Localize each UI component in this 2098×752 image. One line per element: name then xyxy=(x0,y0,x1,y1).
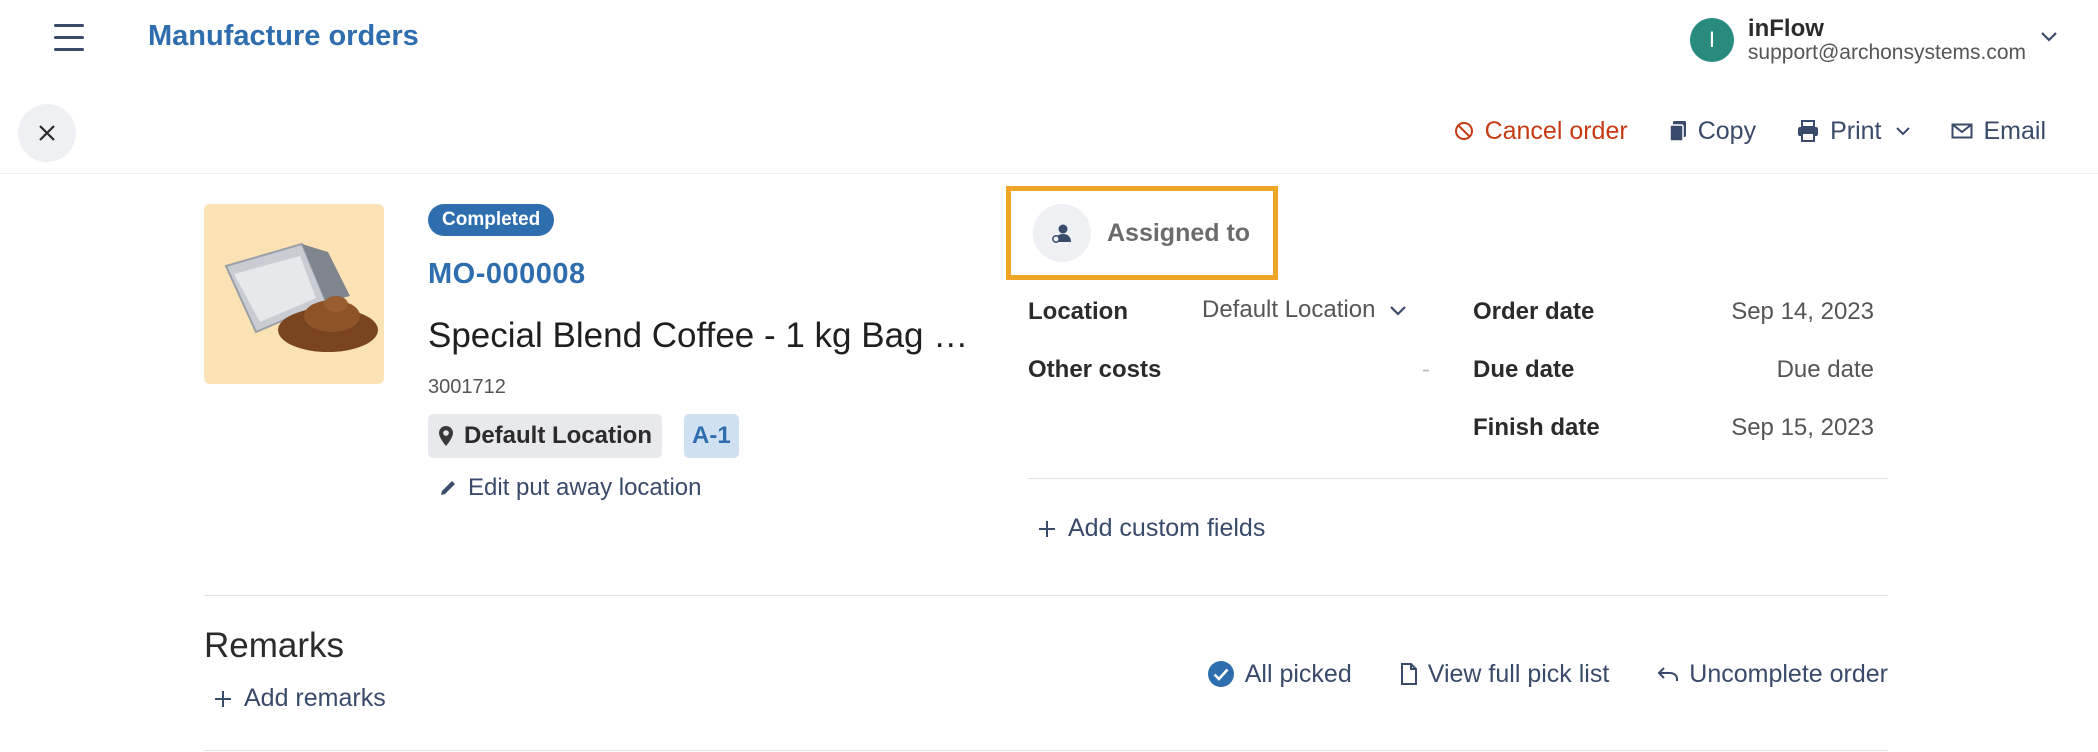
copy-label: Copy xyxy=(1697,116,1757,145)
pencil-icon xyxy=(441,481,455,495)
order-number: MO-000008 xyxy=(428,258,586,290)
user-menu[interactable]: I inFlow support@archonsystems.com xyxy=(1689,16,2058,64)
due-date-label: Due date xyxy=(1473,356,1575,383)
add-remarks-label: Add remarks xyxy=(244,684,386,712)
other-costs-value[interactable]: - xyxy=(1400,356,1430,384)
plus-icon xyxy=(215,690,231,707)
page-title: Manufacture orders xyxy=(148,20,419,52)
avatar: I xyxy=(1689,18,1734,62)
order-actions: Cancel order Copy Print Email xyxy=(1413,114,2046,148)
cancel-order-label: Cancel order xyxy=(1484,116,1628,145)
product-name[interactable]: Special Blend Coffee - 1 kg Bag - Organi… xyxy=(428,316,973,356)
all-picked-label: All picked xyxy=(1244,659,1352,688)
map-pin-icon xyxy=(439,426,453,446)
close-button[interactable] xyxy=(18,104,76,162)
assigned-to-field[interactable]: Assigned to xyxy=(1006,186,1278,280)
location-select[interactable]: Default Location xyxy=(1202,296,1407,324)
assigned-to-label: Assigned to xyxy=(1107,218,1251,247)
due-date-value[interactable]: Due date xyxy=(1640,356,1874,384)
user-name: inFlow xyxy=(1747,15,1824,43)
add-custom-fields-label: Add custom fields xyxy=(1068,514,1266,542)
finish-date-value[interactable]: Sep 15, 2023 xyxy=(1640,414,1874,442)
print-label: Print xyxy=(1830,116,1882,145)
mail-icon xyxy=(1951,123,1973,139)
email-label: Email xyxy=(1983,116,2046,145)
menu-icon[interactable] xyxy=(52,24,86,52)
product-sku: 3001712 xyxy=(428,376,506,398)
edit-put-away-location-link[interactable]: Edit put away location xyxy=(438,474,701,502)
cancel-order-button[interactable]: Cancel order xyxy=(1453,117,1628,146)
top-bar: Manufacture orders I inFlow support@arch… xyxy=(0,0,2098,76)
email-button[interactable]: Email xyxy=(1951,117,2046,146)
put-away-location-label: Default Location xyxy=(464,422,653,449)
coffee-bag-image xyxy=(224,242,378,352)
add-remarks-button[interactable]: Add remarks xyxy=(214,684,386,713)
copy-icon xyxy=(1668,121,1686,142)
uncomplete-order-label: Uncomplete order xyxy=(1689,659,1888,688)
view-full-pick-list-label: View full pick list xyxy=(1427,659,1610,688)
uncomplete-order-button[interactable]: Uncomplete order xyxy=(1657,660,1888,689)
location-value: Default Location xyxy=(1202,296,1376,323)
all-picked-status[interactable]: All picked xyxy=(1207,660,1352,689)
pick-actions: All picked View full pick list Uncomplet… xyxy=(1159,656,1888,692)
user-email: support@archonsystems.com xyxy=(1747,40,2026,64)
add-custom-fields-button[interactable]: Add custom fields xyxy=(1038,514,1265,543)
check-circle-icon xyxy=(1207,661,1234,687)
put-away-location-chip: Default Location xyxy=(428,414,663,458)
chevron-down-icon xyxy=(2041,32,2057,42)
sublocation-chip: A-1 xyxy=(684,414,739,458)
document-icon xyxy=(1400,663,1417,685)
user-icon xyxy=(1033,204,1091,262)
undo-icon xyxy=(1657,667,1679,681)
close-icon xyxy=(39,125,55,141)
other-costs-label: Other costs xyxy=(1028,356,1162,383)
edit-put-away-label: Edit put away location xyxy=(468,474,702,501)
order-date-value[interactable]: Sep 14, 2023 xyxy=(1640,298,1874,326)
chevron-down-icon xyxy=(1390,305,1407,316)
order-date-label: Order date xyxy=(1473,298,1595,325)
user-info: inFlow support@archonsystems.com xyxy=(1748,16,2026,63)
printer-icon xyxy=(1798,120,1819,142)
action-bar: Cancel order Copy Print Email xyxy=(0,98,2098,174)
product-image[interactable] xyxy=(204,204,384,384)
chevron-down-icon xyxy=(1896,127,1911,136)
section-divider xyxy=(204,595,1888,596)
print-button[interactable]: Print xyxy=(1796,117,1911,146)
details-divider xyxy=(1028,478,1888,479)
view-full-pick-list-button[interactable]: View full pick list xyxy=(1400,659,1610,689)
cancel-icon xyxy=(1454,122,1473,140)
finish-date-label: Finish date xyxy=(1473,414,1600,441)
location-label: Location xyxy=(1028,298,1128,325)
bottom-divider xyxy=(204,750,1888,751)
status-badge: Completed xyxy=(428,204,555,236)
copy-button[interactable]: Copy xyxy=(1668,117,1756,146)
plus-icon xyxy=(1039,520,1055,537)
remarks-title: Remarks xyxy=(204,626,345,665)
